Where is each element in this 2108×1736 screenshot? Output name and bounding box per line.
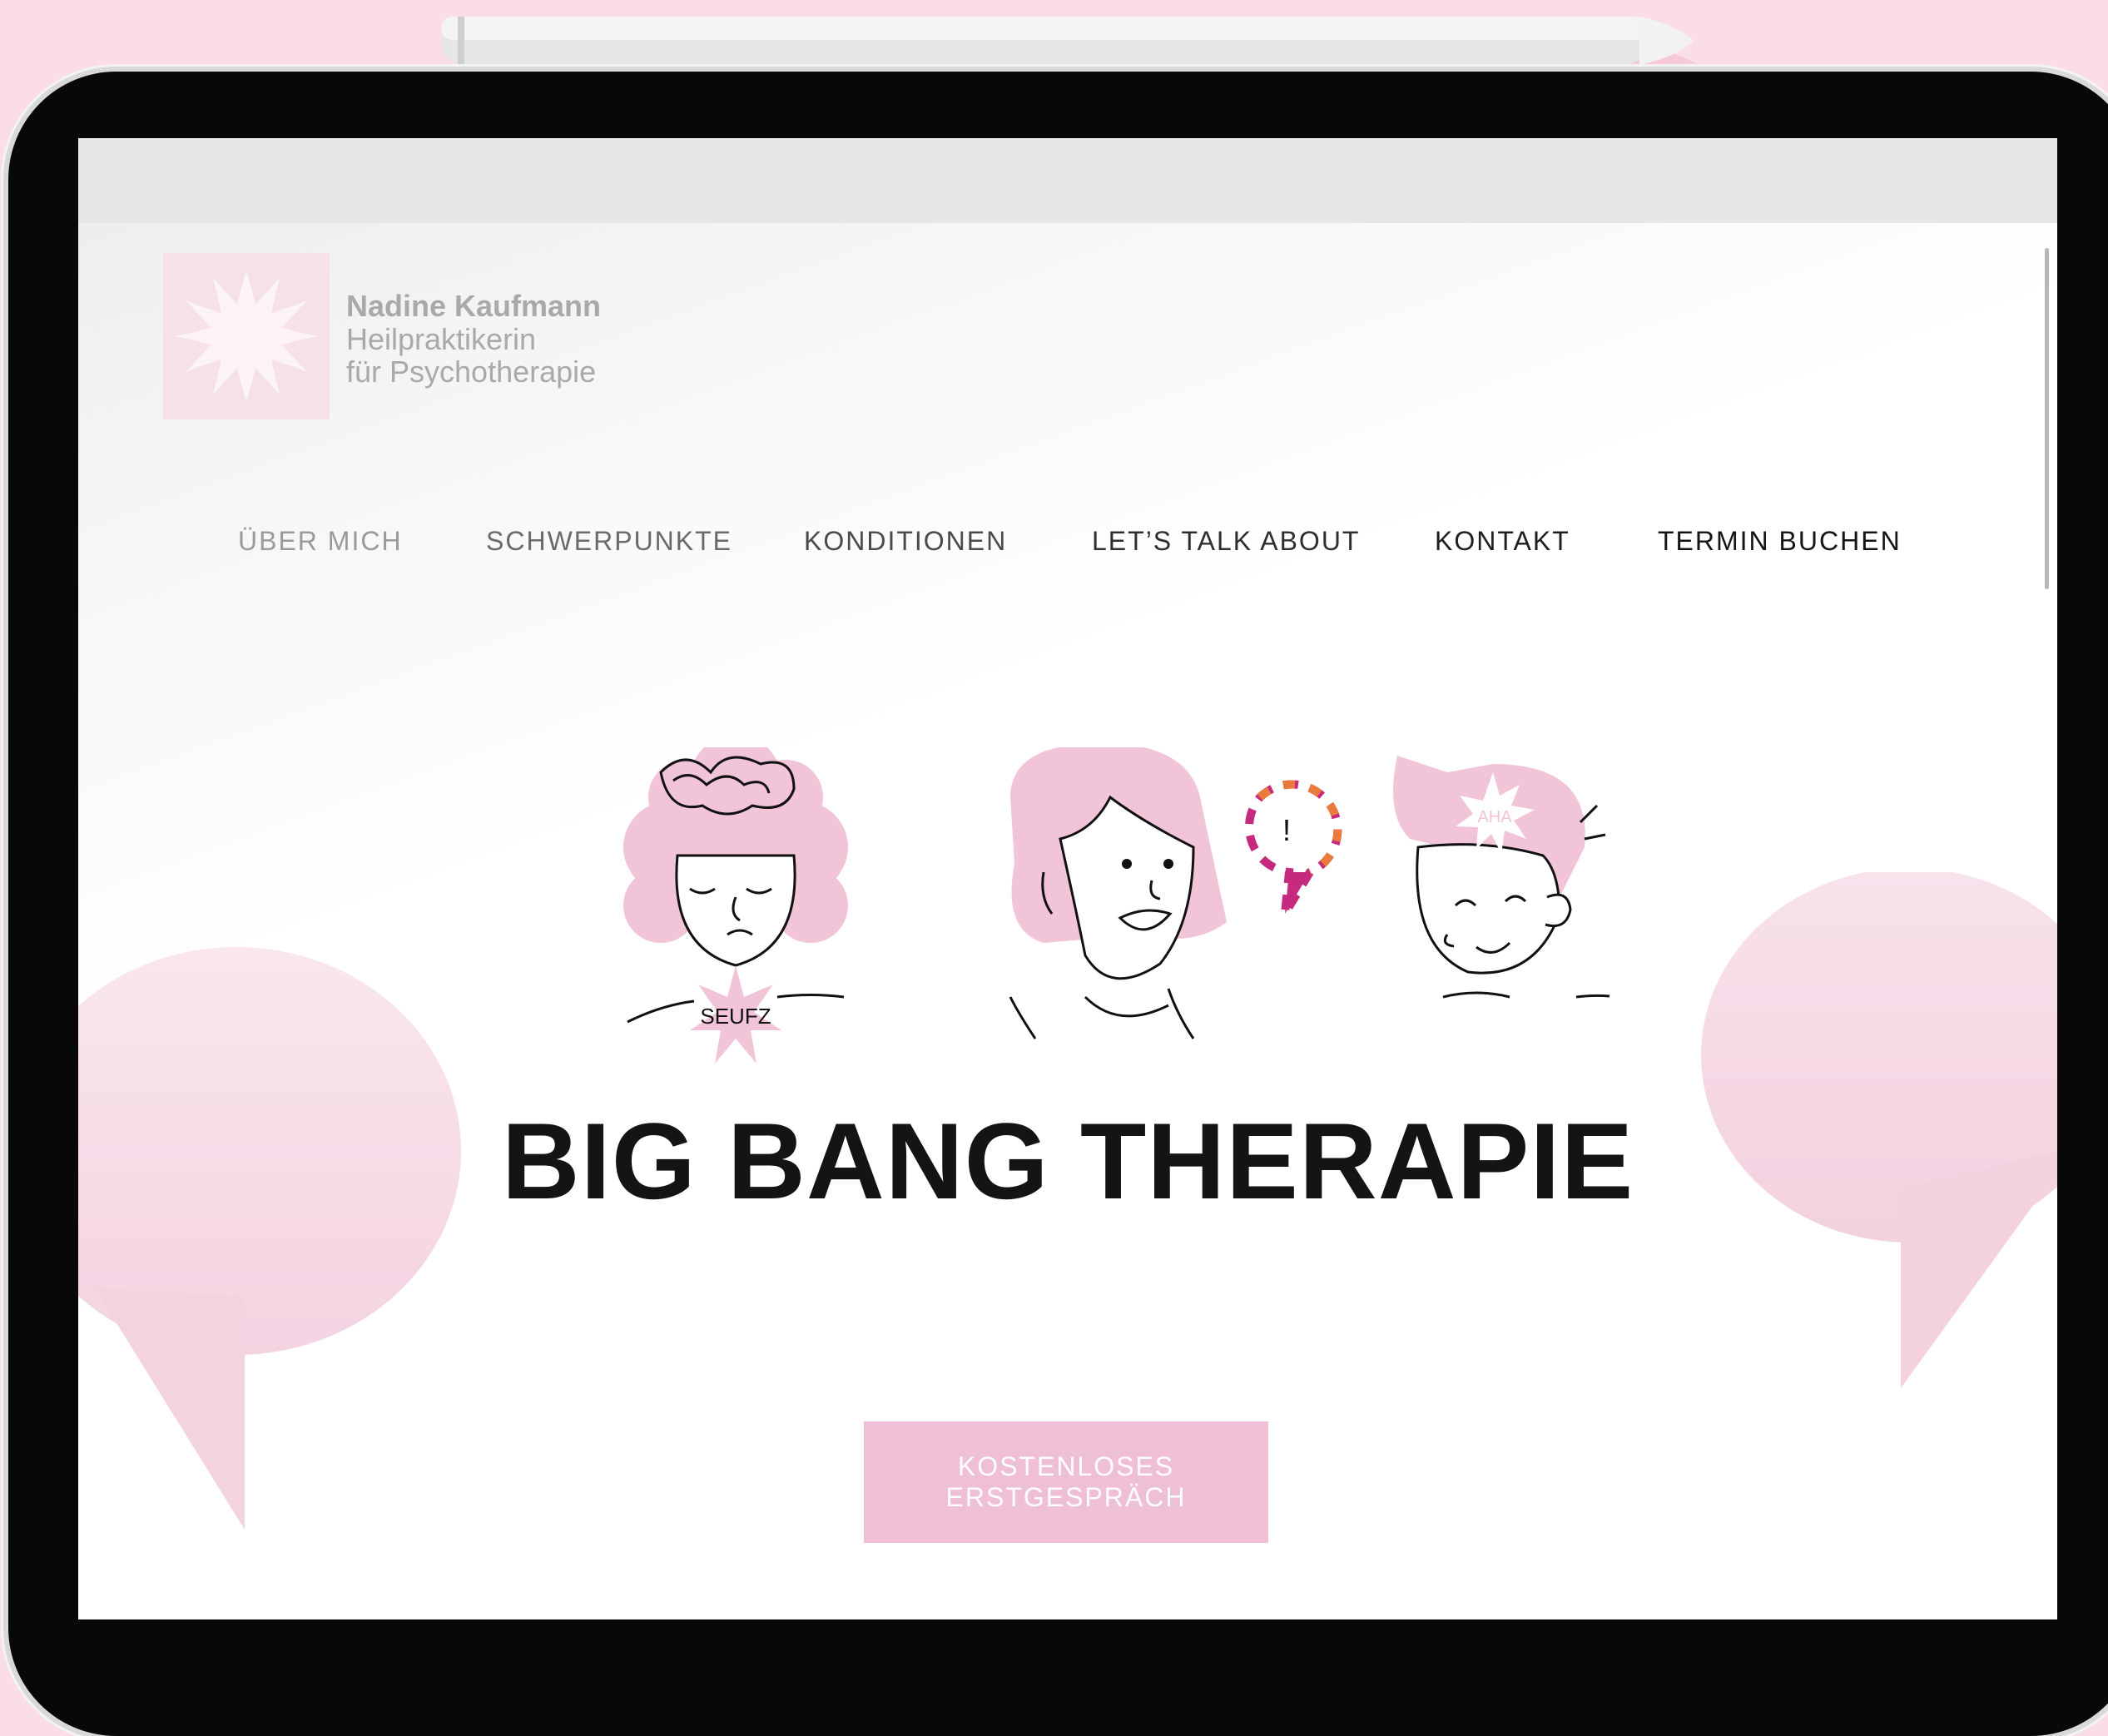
free-consultation-button[interactable]: KOSTENLOSES ERSTGESPRÄCH [864, 1421, 1268, 1543]
brand-block: Nadine Kaufmann Heilpraktikerin für Psyc… [346, 290, 601, 389]
logo[interactable] [163, 253, 330, 419]
brand-subtitle-1: Heilpraktikerin [346, 321, 537, 356]
web-page: Nadine Kaufmann Heilpraktikerin für Psyc… [78, 223, 2057, 1619]
nav-item-konditionen[interactable]: KONDITIONEN [804, 526, 1007, 557]
nav-item-termin-buchen[interactable]: TERMIN BUCHEN [1658, 526, 1902, 557]
nav-item-schwerpunkte[interactable]: SCHWERPUNKTE [486, 526, 732, 557]
browser-top-bar [78, 138, 2057, 223]
star-burst-icon [176, 270, 317, 403]
nav-item-kontakt[interactable]: KONTAKT [1435, 526, 1570, 557]
brand-name: Nadine Kaufmann [346, 289, 602, 323]
brand-subtitle-2: für Psychotherapie [346, 355, 597, 389]
face-sighing: SEUFZ [623, 747, 848, 1064]
face-talking: ! [1009, 747, 1342, 1039]
hero-headline: BIG BANG THERAPIE [501, 1100, 1634, 1222]
hero-illustration: SEUFZ ! AHA [623, 747, 1610, 1064]
face-aha: AHA [1393, 756, 1610, 999]
exclamation-bubble-icon: ! [1245, 780, 1342, 916]
sigh-label: SEUFZ [700, 1004, 771, 1029]
tablet-screen: Nadine Kaufmann Heilpraktikerin für Psyc… [78, 138, 2057, 1619]
aha-label: AHA [1477, 808, 1512, 826]
speech-bubble-left [78, 947, 461, 1530]
nav-item-lets-talk-about[interactable]: LET’S TALK ABOUT [1092, 526, 1360, 557]
nav-item-ueber-mich[interactable]: ÜBER MICH [238, 526, 403, 557]
main-nav: ÜBER MICH SCHWERPUNKTE KONDITIONEN LET’S… [78, 526, 2057, 568]
stylus-pencil [441, 17, 1698, 70]
exclaim-label: ! [1282, 813, 1291, 847]
